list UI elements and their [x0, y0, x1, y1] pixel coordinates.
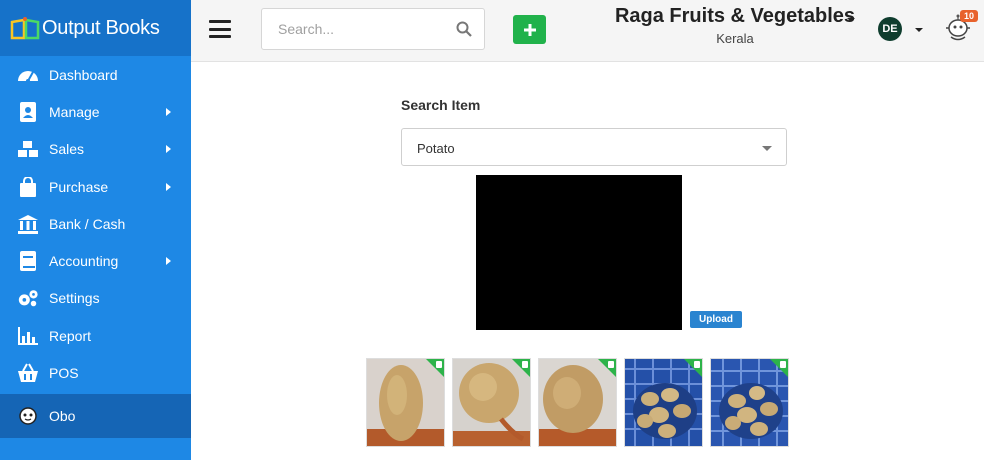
- sidebar-nav: Dashboard Manage Sales Purchase Bank / C…: [0, 56, 191, 438]
- trash-icon: [608, 361, 614, 368]
- chevron-right-icon: [166, 145, 171, 154]
- thumbnail-potato-basket-2[interactable]: [710, 358, 789, 447]
- sidebar-item-pos[interactable]: POS: [0, 354, 191, 391]
- sidebar-item-label: Accounting: [49, 253, 119, 270]
- sidebar-item-purchase[interactable]: Purchase: [0, 168, 191, 205]
- gears-icon: [17, 287, 39, 309]
- sidebar-item-label: Sales: [49, 141, 85, 158]
- thumbnail-potato-1[interactable]: [366, 358, 445, 447]
- chevron-right-icon: [166, 257, 171, 266]
- sidebar-item-bank-cash[interactable]: Bank / Cash: [0, 205, 191, 242]
- sidebar-item-settings[interactable]: Settings: [0, 280, 191, 317]
- sidebar-item-report[interactable]: Report: [0, 317, 191, 354]
- address-book-icon: [17, 101, 39, 123]
- sidebar-item-manage[interactable]: Manage: [0, 93, 191, 130]
- plus-icon: [523, 23, 536, 36]
- sidebar-item-label: Dashboard: [49, 66, 118, 83]
- thumbnail-potato-2[interactable]: [452, 358, 531, 447]
- image-preview: [476, 175, 682, 330]
- main-content: Search Item Potato Upload: [191, 62, 984, 460]
- avatar[interactable]: DE: [878, 17, 902, 41]
- hamburger-menu-icon[interactable]: [209, 20, 231, 38]
- sidebar-item-label: Obo: [49, 407, 76, 424]
- sidebar-item-label: Settings: [49, 290, 100, 307]
- search-input[interactable]: [262, 9, 442, 49]
- add-button[interactable]: [513, 15, 546, 44]
- sidebar-item-label: Bank / Cash: [49, 215, 126, 232]
- cubes-icon: [17, 138, 39, 160]
- topbar: Raga Fruits & Vegetables Kerala DE 10: [191, 0, 984, 62]
- sidebar-item-label: POS: [49, 365, 79, 382]
- trash-icon: [780, 361, 786, 368]
- search-item-label: Search Item: [401, 97, 481, 113]
- robot-icon: [17, 405, 39, 427]
- sidebar-item-sales[interactable]: Sales: [0, 131, 191, 168]
- trash-icon: [436, 361, 442, 368]
- notification-badge: 10: [960, 10, 978, 22]
- thumbnail-list: [366, 358, 789, 447]
- thumbnail-potato-basket-1[interactable]: [624, 358, 703, 447]
- basket-icon: [17, 362, 39, 384]
- shopping-bag-icon: [17, 176, 39, 198]
- caret-down-icon[interactable]: [915, 28, 923, 32]
- item-select[interactable]: Potato: [401, 128, 787, 166]
- chevron-right-icon: [166, 182, 171, 191]
- dashboard-icon: [17, 64, 39, 86]
- sidebar-item-dashboard[interactable]: Dashboard: [0, 56, 191, 93]
- company-switcher[interactable]: Raga Fruits & Vegetables Kerala: [605, 5, 865, 46]
- sidebar-item-label: Report: [49, 327, 92, 344]
- search-icon[interactable]: [456, 21, 472, 37]
- output-books-logo-icon: [10, 16, 40, 40]
- company-name: Raga Fruits & Vegetables: [614, 5, 856, 27]
- sidebar-item-label: Purchase: [49, 178, 109, 195]
- search-box: [261, 8, 485, 50]
- sidebar: Output Books Dashboard Manage Sales Purc…: [0, 0, 191, 460]
- upload-button[interactable]: Upload: [690, 311, 742, 328]
- brand[interactable]: Output Books: [0, 0, 191, 56]
- chevron-right-icon: [166, 107, 171, 116]
- sidebar-item-label: Manage: [49, 103, 100, 120]
- caret-down-icon: [762, 146, 772, 151]
- company-location: Kerala: [716, 31, 754, 46]
- item-select-value: Potato: [417, 141, 455, 156]
- trash-icon: [694, 361, 700, 368]
- sidebar-item-accounting[interactable]: Accounting: [0, 242, 191, 279]
- brand-name: Output Books: [42, 16, 160, 39]
- bar-chart-icon: [17, 325, 39, 347]
- trash-icon: [522, 361, 528, 368]
- sidebar-item-obo[interactable]: Obo: [0, 393, 191, 438]
- caret-down-icon[interactable]: [847, 18, 855, 22]
- thumbnail-potato-3[interactable]: [538, 358, 617, 447]
- book-icon: [17, 250, 39, 272]
- bank-icon: [17, 213, 39, 235]
